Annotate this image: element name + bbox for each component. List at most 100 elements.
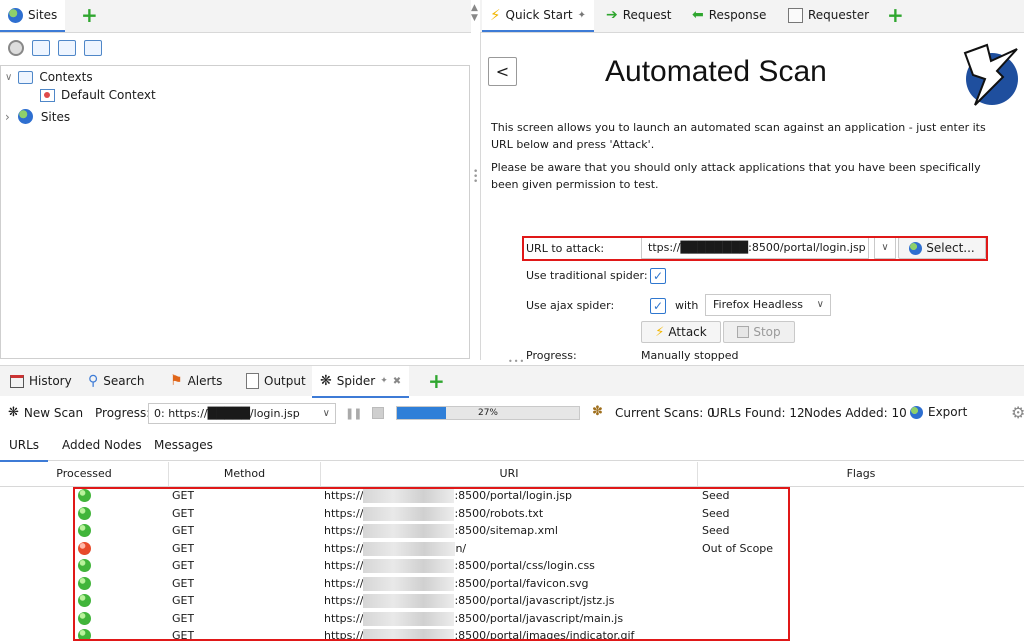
uri-prefix: https:// [324,611,364,625]
splitter-vertical[interactable]: • • • [473,168,478,190]
col-header-flags[interactable]: Flags [698,462,1024,486]
tab-request[interactable]: ➔ Request [598,0,679,30]
uri-prefix: https:// [324,506,364,520]
pin-icon[interactable]: ✦ [380,376,388,386]
tab-response-label: Response [708,8,767,22]
col-header-processed[interactable]: Processed [0,462,169,486]
tab-requester[interactable]: Requester [780,0,877,30]
tab-sites[interactable]: Sites [0,0,66,32]
table-row[interactable]: GET https://:8500/robots.txt Seed [0,505,1024,523]
tab-response[interactable]: ⬅ Response [684,0,774,30]
redacted-host [363,594,455,608]
select-button[interactable]: Select... [898,237,986,259]
tab-requester-label: Requester [808,8,870,22]
table-row[interactable]: GET https://:8500/portal/favicon.svg [0,575,1024,593]
pause-icon[interactable]: ❚❚ [345,407,362,420]
gear-icon[interactable]: ⚙ [1011,403,1024,422]
tab-output[interactable]: Output [238,366,314,396]
table-row[interactable]: GET https://:8500/sitemap.xml Seed [0,522,1024,540]
chevron-down-icon[interactable]: ∨ [5,72,12,83]
scan-select[interactable]: 0: https://█████/login.jsp ∨ [148,403,336,424]
uri-cell: https://:8500/portal/login.jsp [324,487,694,504]
subtab-messages[interactable]: Messages [146,430,221,460]
tab-history[interactable]: History [2,366,80,396]
table-row[interactable]: GET https://:8500/portal/javascript/main.… [0,610,1024,628]
add-tab-icon[interactable]: + [81,5,98,25]
tree-node-contexts[interactable]: ∨ Contexts [5,70,93,84]
spider-toolbar: ❋ New Scan Progress: 0: https://█████/lo… [0,398,1024,428]
traditional-spider-checkbox[interactable]: ✓ [650,268,666,284]
quick-start-content: < Automated Scan This screen allows you … [480,33,1024,362]
table-row[interactable]: GET https://:8500/portal/css/login.css [0,557,1024,575]
url-dropdown-icon[interactable]: ∨ [874,237,896,259]
table-row[interactable]: GET https://:8500/portal/images/indicator… [0,627,1024,641]
uri-cell: https://:8500/portal/css/login.css [324,557,694,574]
close-icon[interactable]: ✖ [393,376,401,387]
page-title: Automated Scan [605,55,827,88]
uri-cell: https:// n/ [324,540,694,557]
status-icon [78,594,91,607]
ajax-spider-label: Use ajax spider: [526,299,615,312]
uri-cell: https://:8500/robots.txt [324,505,694,522]
method-cell: GET [172,524,195,537]
subtab-added-nodes[interactable]: Added Nodes [54,430,150,460]
pin-icon[interactable]: ✦ [578,10,586,21]
arrow-right-icon: ➔ [606,7,618,23]
table-header: Processed Method URI Flags [0,462,1024,487]
subtab-urls[interactable]: URLs [0,430,49,462]
uri-prefix: https:// [324,559,364,572]
new-scan-button[interactable]: ❋ New Scan [8,405,83,420]
stop-scan-icon[interactable] [372,407,384,419]
back-button[interactable]: < [488,57,517,86]
chevron-right-icon[interactable]: › [5,110,10,124]
select-button-label: Select... [926,241,975,255]
tab-spider[interactable]: ❋ Spider ✦ ✖ [312,366,410,398]
flag-cell: Out of Scope [702,541,774,555]
subtab-urls-label: URLs [9,438,40,452]
tab-search[interactable]: ⚲ Search [80,366,153,396]
add-tab-icon[interactable]: + [428,371,445,391]
table-body: GET https://:8500/portal/login.jsp Seed GET… [0,487,1024,641]
ajax-spider-checkbox[interactable]: ✓ [650,298,666,314]
target-icon[interactable] [8,40,24,56]
tab-alerts[interactable]: ⚑ Alerts [162,366,230,396]
add-tab-icon[interactable]: + [887,5,904,25]
redacted-host [363,576,455,591]
attack-button[interactable]: ⚡ Attack [641,321,721,343]
browser-select[interactable]: Firefox Headless ∨ [705,294,831,316]
new-context-icon[interactable] [32,40,50,56]
col-header-uri[interactable]: URI [321,462,698,486]
tab-quick-start[interactable]: ⚡ Quick Start ✦ [482,0,594,32]
sites-label: Sites [40,109,71,124]
col-header-method[interactable]: Method [169,462,321,486]
collapse-arrows[interactable]: ▲ ▼ [471,3,478,23]
export-label: Export [928,405,968,419]
url-input[interactable]: ttps://████████:8500/portal/login.jsp [641,237,869,259]
tree-node-default-context[interactable]: Default Context [40,88,156,102]
new-scan-label: New Scan [23,405,84,420]
calendar-icon [10,374,24,388]
import-context-icon[interactable] [58,40,76,56]
export-button[interactable]: Export [910,405,967,419]
with-label: with [675,299,699,312]
scan-select-value: 0: https://█████/login.jsp [154,407,300,420]
table-row[interactable]: GET https:// n/Out of Scope [0,540,1024,558]
status-icon [78,506,91,520]
workspace-tab-strip: ⚡ Quick Start ✦ ➔ Request ⬅ Response Req… [480,0,1024,33]
table-row[interactable]: GET https://:8500/portal/javascript/jstz.… [0,592,1024,610]
flag-cell: Seed [702,489,730,502]
stop-button[interactable]: Stop [723,321,795,343]
uri-cell: https://:8500/portal/javascript/main.js [324,610,694,627]
spider-progress-label: Progress: [95,406,151,420]
flag-cell: Seed [702,506,730,520]
document-icon [246,373,259,389]
table-row[interactable]: GET https://:8500/portal/login.jsp Seed [0,487,1024,505]
flag-icon: ⚑ [170,373,183,389]
sites-tree: ∨ Contexts Default Context › Sites [0,65,470,359]
export-context-icon[interactable] [84,40,102,56]
progress-value: Manually stopped [641,349,739,362]
uri-cell: https://:8500/portal/images/indicator.gi… [324,627,694,641]
workspace-panel: ⚡ Quick Start ✦ ➔ Request ⬅ Response Req… [480,0,1024,362]
tree-node-sites[interactable]: › Sites [5,109,70,124]
uri-prefix: https:// [324,489,364,502]
